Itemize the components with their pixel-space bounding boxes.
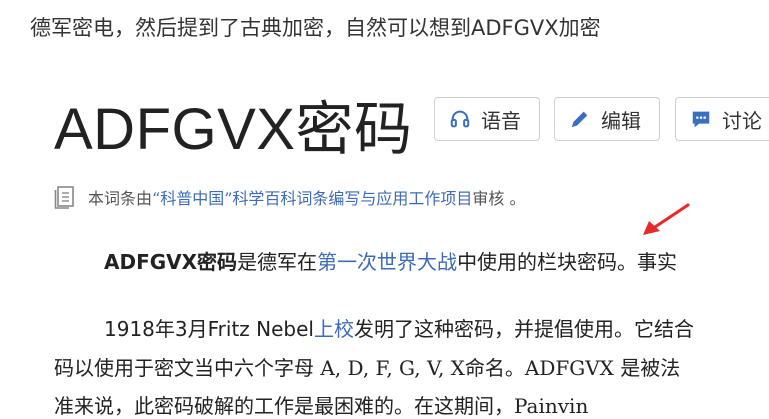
review-suffix: 审核 。	[472, 189, 526, 208]
review-link[interactable]: “科普中国”科学百科词条编写与应用工作项目	[152, 185, 472, 209]
paragraph-text: 中使用的栏块密码。事实	[457, 250, 678, 274]
headphones-icon	[450, 110, 470, 128]
page-title: ADFGVX密码	[54, 97, 413, 162]
audio-label: 语音	[481, 108, 521, 133]
comment-icon	[692, 111, 710, 128]
audio-button[interactable]: 语音	[434, 97, 540, 141]
paragraph-text: 1918年3月Fritz Nebel	[104, 317, 314, 341]
paragraph-line: 码以使用于密文当中六个字母 A, D, F, G, V, X命名。ADFGVX …	[54, 356, 681, 380]
paragraph-text: 发明了这种密码，并提倡使用。它结合	[353, 317, 694, 341]
red-arrow-annotation	[643, 203, 690, 235]
discuss-button[interactable]: 讨论	[675, 97, 769, 141]
edit-button[interactable]: 编辑	[554, 97, 660, 141]
paragraph-line: 准来说，此密码破解的工作是最困难的。在这期间，Painvin	[54, 394, 589, 418]
paragraph-history: 1918年3月Fritz Nebel上校发明了这种密码，并提倡使用。它结合	[104, 313, 694, 342]
wwi-link[interactable]: 第一次世界大战	[317, 250, 457, 274]
colonel-link[interactable]: 上校	[314, 317, 354, 341]
review-notice: 本词条由 “科普中国”科学百科词条编写与应用工作项目 审核 。	[54, 185, 525, 209]
pencil-icon	[571, 111, 588, 128]
edit-label: 编辑	[601, 108, 641, 133]
paragraph-intro: ADFGVX密码是德军在第一次世界大战中使用的栏块密码。事实	[104, 246, 677, 275]
document-icon	[54, 186, 74, 209]
review-prefix: 本词条由	[88, 189, 153, 208]
intro-text: 德军密电，然后提到了古典加密，自然可以想到ADFGVX加密	[30, 16, 601, 40]
paragraph-text: 是德军在	[237, 250, 318, 274]
discuss-label: 讨论	[722, 108, 762, 133]
term-bold: ADFGVX密码	[104, 250, 238, 274]
